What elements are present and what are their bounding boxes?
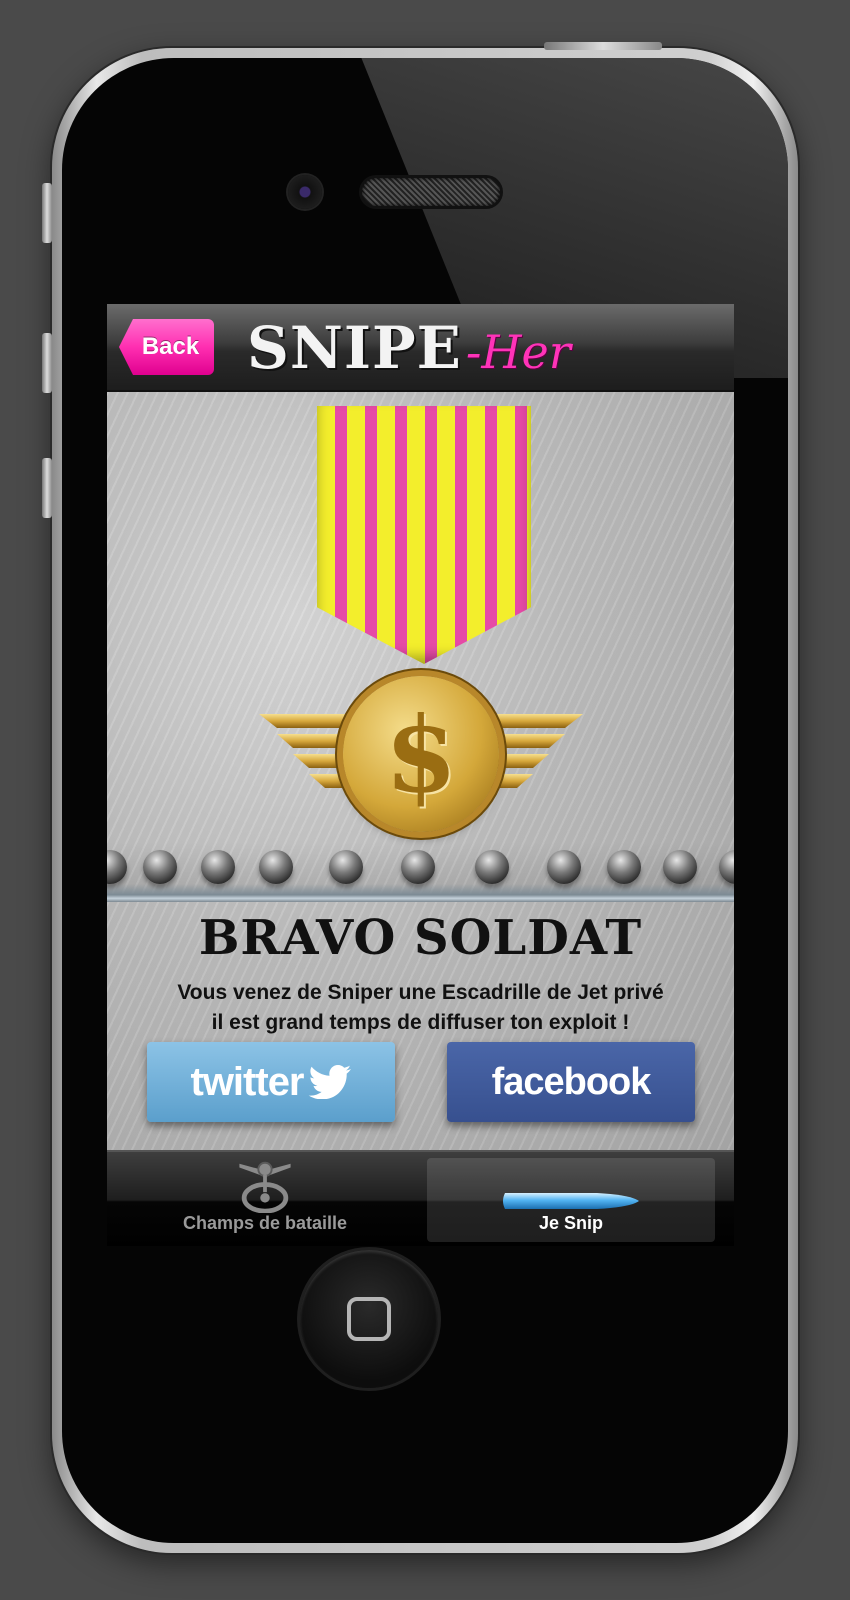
dollar-icon: $ xyxy=(384,692,458,816)
navigation-bar: Back SNIPE -Her xyxy=(107,304,734,392)
success-headline: BRAVO SOLDAT xyxy=(198,910,643,966)
rivet-divider xyxy=(107,842,734,902)
bird-icon xyxy=(308,1065,351,1099)
rivet-icon xyxy=(259,850,293,884)
success-message: Vous venez de Sniper une Escadrille de J… xyxy=(127,978,714,1038)
reward-panel: $ BRAVO SOLDAT Vous venez de Sniper une … xyxy=(107,392,734,1150)
facebook-share-button[interactable]: facebook xyxy=(447,1042,695,1122)
volume-up-button xyxy=(42,333,52,393)
rivet-icon xyxy=(547,850,581,884)
rivet-icon xyxy=(719,850,734,884)
medal-ribbon xyxy=(317,406,531,664)
back-button[interactable]: Back xyxy=(119,319,214,375)
tab-champs-de-bataille[interactable]: Champs de bataille xyxy=(121,1158,409,1242)
rivet-icon xyxy=(607,850,641,884)
rivet-icon xyxy=(329,850,363,884)
app-logo: SNIPE -Her xyxy=(247,314,571,382)
volume-down-button xyxy=(42,458,52,518)
bullet-icon xyxy=(503,1193,639,1209)
tab-label: Champs de bataille xyxy=(182,1213,348,1233)
twitter-share-button[interactable]: twitter xyxy=(147,1042,395,1122)
tab-bar: Champs de bataille Je Snip xyxy=(107,1150,734,1246)
home-square-icon xyxy=(347,1297,391,1341)
tab-label: Je Snip xyxy=(538,1213,604,1233)
medal-coin: $ xyxy=(343,676,499,832)
message-line: il est grand temps de diffuser ton explo… xyxy=(211,1011,630,1034)
rivet-icon xyxy=(663,850,697,884)
crosshair-turret-icon xyxy=(239,1161,291,1213)
power-button xyxy=(544,42,662,50)
rivet-icon xyxy=(143,850,177,884)
rivet-icon xyxy=(201,850,235,884)
home-button[interactable] xyxy=(300,1250,438,1388)
message-line: Vous venez de Sniper une Escadrille de J… xyxy=(177,981,664,1004)
rivet-icon xyxy=(475,850,509,884)
logo-accent-text: -Her xyxy=(465,325,571,379)
earpiece-speaker xyxy=(362,178,500,206)
rivet-icon xyxy=(401,850,435,884)
logo-main-text: SNIPE xyxy=(247,314,462,382)
app-screen: Back SNIPE -Her $ BRAVO SOLDAT Vous vene… xyxy=(107,304,734,1246)
front-camera xyxy=(288,175,322,209)
facebook-label: facebook xyxy=(491,1060,652,1103)
mute-switch xyxy=(42,183,52,243)
twitter-label: twitter xyxy=(190,1059,305,1104)
tab-je-snip[interactable]: Je Snip xyxy=(427,1158,715,1242)
rivet-icon xyxy=(107,850,127,884)
